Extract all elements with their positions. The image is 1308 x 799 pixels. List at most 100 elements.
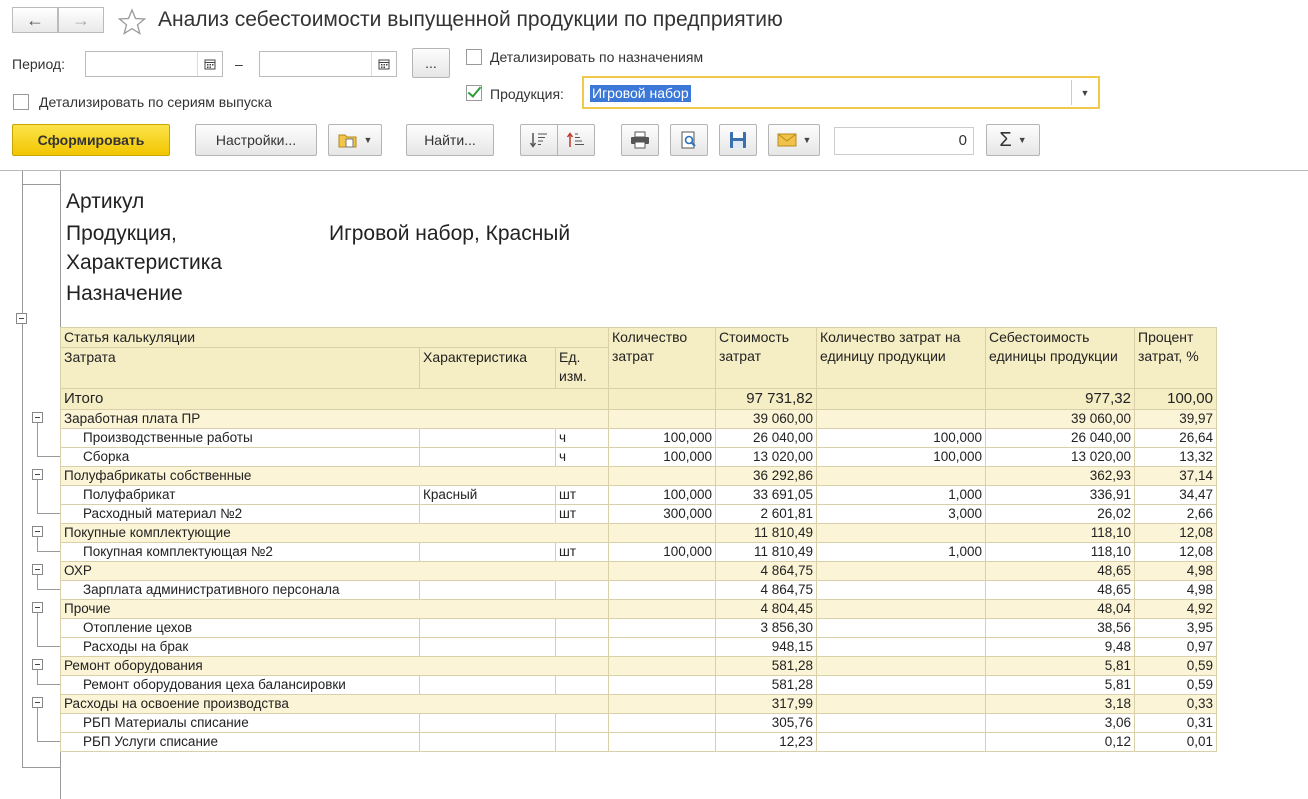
item-unit-cost: 9,48 bbox=[985, 637, 1135, 657]
calendar-icon[interactable] bbox=[371, 52, 396, 76]
collapse-icon[interactable] bbox=[32, 602, 43, 613]
header-pct: Процент затрат, % bbox=[1134, 327, 1217, 389]
item-pct: 34,47 bbox=[1134, 485, 1217, 505]
total-cost: 97 731,82 bbox=[715, 388, 817, 410]
detail-by-series-label: Детализировать по сериям выпуска bbox=[39, 94, 272, 110]
item-name: Покупная комплектующая №2 bbox=[60, 542, 420, 562]
outline-line bbox=[37, 456, 60, 457]
floppy-disk-icon bbox=[730, 132, 746, 148]
collapse-icon[interactable] bbox=[32, 412, 43, 423]
variants-button[interactable]: ▼ bbox=[328, 124, 382, 156]
chevron-down-icon: ▼ bbox=[1017, 135, 1027, 145]
detail-by-purpose-checkbox[interactable] bbox=[466, 49, 482, 65]
item-unit: шт bbox=[555, 485, 609, 505]
item-qty-per-unit: 3,000 bbox=[816, 504, 986, 524]
item-characteristic bbox=[419, 542, 556, 562]
group-row: Полуфабрикаты собственные 36 292,86 362,93… bbox=[60, 466, 1217, 486]
chevron-down-icon[interactable]: ▼ bbox=[1071, 80, 1098, 105]
outline-line bbox=[37, 551, 60, 552]
item-row: Сборка ч 100,000 13 020,00 100,000 13 020,00 1… bbox=[60, 447, 1217, 467]
collapse-icon[interactable] bbox=[16, 313, 27, 324]
group-cost: 36 292,86 bbox=[715, 466, 817, 486]
item-row: РБП Материалы списание 305,76 3,06 0,31 bbox=[60, 713, 1217, 733]
item-pct: 0,31 bbox=[1134, 713, 1217, 733]
item-unit bbox=[555, 637, 609, 657]
header-qty: Количество затрат bbox=[608, 327, 716, 389]
item-qty-per-unit: 100,000 bbox=[816, 428, 986, 448]
send-email-button[interactable]: ▼ bbox=[768, 124, 820, 156]
item-pct: 3,95 bbox=[1134, 618, 1217, 638]
collapse-icon[interactable] bbox=[32, 659, 43, 670]
group-cost: 4 804,45 bbox=[715, 599, 817, 619]
item-cost: 13 020,00 bbox=[715, 447, 817, 467]
outline-line bbox=[22, 767, 60, 768]
group-qty bbox=[608, 656, 716, 676]
item-row: Покупная комплектующая №2 шт 100,000 11 810… bbox=[60, 542, 1217, 562]
item-cost: 33 691,05 bbox=[715, 485, 817, 505]
item-unit-cost: 118,10 bbox=[985, 542, 1135, 562]
collapse-icon[interactable] bbox=[32, 564, 43, 575]
item-pct: 0,97 bbox=[1134, 637, 1217, 657]
sort-descending-button[interactable] bbox=[520, 124, 558, 156]
forward-button[interactable]: → bbox=[58, 7, 104, 33]
collapse-icon[interactable] bbox=[32, 469, 43, 480]
collapse-icon[interactable] bbox=[32, 526, 43, 537]
item-qty: 100,000 bbox=[608, 485, 716, 505]
group-qty bbox=[608, 561, 716, 581]
period-select-button[interactable]: ... bbox=[412, 48, 450, 78]
settings-button[interactable]: Настройки... bbox=[195, 124, 317, 156]
header-unit: Ед. изм. bbox=[555, 347, 609, 389]
product-field[interactable]: Игровой набор ▼ bbox=[582, 76, 1100, 109]
item-name: РБП Услуги списание bbox=[60, 732, 420, 752]
print-button[interactable] bbox=[621, 124, 659, 156]
item-unit: ч bbox=[555, 428, 609, 448]
group-row: Расходы на освоение производства 317,99 3,… bbox=[60, 694, 1217, 714]
group-name: ОХР bbox=[60, 561, 609, 581]
group-unit-cost: 48,04 bbox=[985, 599, 1135, 619]
item-qty-per-unit bbox=[816, 637, 986, 657]
save-button[interactable] bbox=[719, 124, 757, 156]
group-row: Покупные комплектующие 11 810,49 118,10 12,… bbox=[60, 523, 1217, 543]
period-from-field[interactable] bbox=[85, 51, 223, 77]
item-unit bbox=[555, 675, 609, 695]
total-label: Итого bbox=[60, 388, 609, 410]
item-row: Расходный материал №2 шт 300,000 2 601,81 3,… bbox=[60, 504, 1217, 524]
item-qty bbox=[608, 732, 716, 752]
group-qty-per-unit bbox=[816, 561, 986, 581]
group-row: ОХР 4 864,75 48,65 4,98 bbox=[60, 561, 1217, 581]
sort-ascending-button[interactable] bbox=[557, 124, 595, 156]
item-qty-per-unit bbox=[816, 713, 986, 733]
back-button[interactable]: ← bbox=[12, 7, 58, 33]
product-checkbox[interactable] bbox=[466, 85, 482, 101]
item-qty-per-unit bbox=[816, 675, 986, 695]
item-name: Ремонт оборудования цеха балансировки bbox=[60, 675, 420, 695]
arrow-right-icon: → bbox=[72, 9, 90, 30]
sum-field[interactable]: 0 bbox=[834, 127, 974, 155]
star-icon[interactable] bbox=[118, 8, 146, 35]
item-qty: 300,000 bbox=[608, 504, 716, 524]
outline-line bbox=[37, 423, 38, 456]
preview-button[interactable] bbox=[670, 124, 708, 156]
find-button[interactable]: Найти... bbox=[406, 124, 494, 156]
period-to-field[interactable] bbox=[259, 51, 397, 77]
calendar-icon[interactable] bbox=[197, 52, 222, 76]
product-label: Продукция: bbox=[490, 86, 564, 102]
item-unit: шт bbox=[555, 504, 609, 524]
collapse-icon[interactable] bbox=[32, 697, 43, 708]
item-characteristic bbox=[419, 428, 556, 448]
sum-button[interactable]: Σ ▼ bbox=[986, 124, 1040, 156]
item-qty bbox=[608, 580, 716, 600]
item-qty: 100,000 bbox=[608, 542, 716, 562]
report-separator bbox=[0, 170, 1308, 171]
item-row: Ремонт оборудования цеха балансировки 581… bbox=[60, 675, 1217, 695]
find-label: Найти... bbox=[424, 132, 476, 148]
settings-label: Настройки... bbox=[215, 132, 297, 148]
detail-by-series-checkbox[interactable] bbox=[13, 94, 29, 110]
group-row: Ремонт оборудования 581,28 5,81 0,59 bbox=[60, 656, 1217, 676]
group-qty-per-unit bbox=[816, 409, 986, 429]
item-unit: шт bbox=[555, 542, 609, 562]
generate-button[interactable]: Сформировать bbox=[12, 124, 170, 156]
group-unit-cost: 118,10 bbox=[985, 523, 1135, 543]
item-pct: 26,64 bbox=[1134, 428, 1217, 448]
item-unit bbox=[555, 618, 609, 638]
